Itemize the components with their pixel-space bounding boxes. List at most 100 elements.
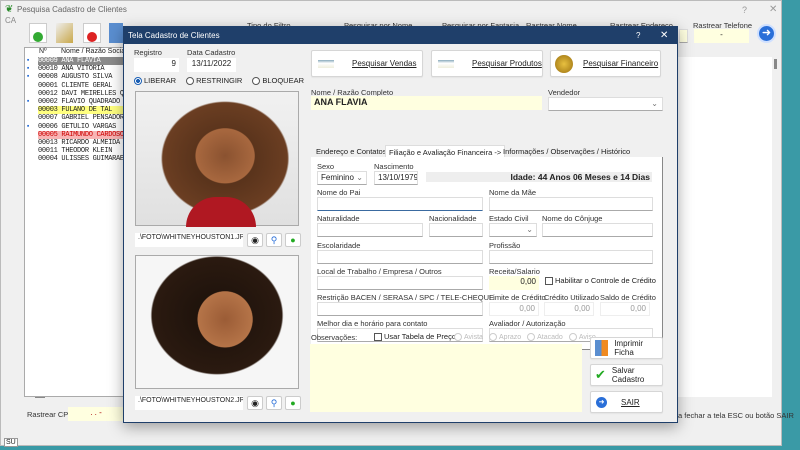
dialog-titlebar: Tela Cadastro de Clientes ? ✕ bbox=[124, 27, 677, 44]
search-financial-button[interactable]: Pesquisar Financeiro bbox=[550, 50, 661, 77]
photo2-path[interactable]: .\FOTO\WHITNEYHOUSTON2.JPG bbox=[135, 396, 243, 410]
trabalho-field[interactable] bbox=[317, 276, 483, 290]
list-header-name[interactable]: Nome / Razão Social bbox=[61, 48, 127, 55]
radio-atacado[interactable]: Atacado bbox=[527, 333, 563, 341]
search-sales-button[interactable]: Pesquisar Vendas bbox=[311, 50, 423, 77]
list-item[interactable]: 00001 CLIENTE GERAL bbox=[26, 82, 130, 90]
radio-bloquear[interactable]: BLOQUEAR bbox=[252, 76, 304, 86]
print-button[interactable]: Imprimir Ficha bbox=[590, 337, 663, 359]
list-item-text: 00001 CLIENTE GERAL bbox=[38, 81, 113, 90]
new-icon[interactable] bbox=[29, 23, 47, 43]
save-button[interactable]: ✔ Salvar Cadastro bbox=[590, 364, 663, 386]
receita-field[interactable]: 0,00 bbox=[489, 276, 539, 290]
registro-label: Registro bbox=[134, 48, 162, 57]
radio-aprazo[interactable]: Aprazo bbox=[488, 333, 521, 341]
tab-informacoes[interactable]: Informações / Observações / Histórico bbox=[500, 145, 633, 157]
bg-help-button[interactable]: ? bbox=[742, 5, 747, 15]
bg-close-button[interactable]: ✕ bbox=[769, 4, 777, 15]
nacionalidade-field[interactable] bbox=[429, 223, 483, 237]
close-button[interactable]: ✕ bbox=[660, 30, 668, 41]
escolaridade-field[interactable] bbox=[317, 250, 483, 264]
exit-button[interactable]: ➜ SAIR bbox=[590, 391, 663, 413]
list-item[interactable]: 00007 GABRIEL PENSADOR bbox=[26, 114, 130, 122]
saldo-field[interactable]: 0,00 bbox=[600, 302, 650, 316]
list-item[interactable]: 00003 FULANO DE TAL bbox=[26, 106, 130, 115]
search-products-button[interactable]: Pesquisar Produtos bbox=[431, 50, 543, 77]
utilizado-field[interactable]: 0,00 bbox=[544, 302, 594, 316]
tabela-preco-checkbox[interactable]: Usar Tabela de Preço: bbox=[374, 332, 458, 342]
check-icon: ✔ bbox=[595, 367, 606, 382]
pai-field[interactable] bbox=[317, 197, 483, 211]
dialog-title: Tela Cadastro de Clientes bbox=[128, 31, 220, 40]
list-item[interactable]: 00012 DAVI MEIRELLES QUA bbox=[26, 90, 130, 98]
webcam-icon[interactable]: ◉ bbox=[247, 396, 263, 410]
list-item[interactable]: ▪ 00008 AUGUSTO SILVA bbox=[26, 73, 130, 81]
nascimento-field[interactable]: 13/10/1979 bbox=[374, 171, 418, 185]
bg-window-title: Pesquisa Cadastro de Clientes bbox=[17, 5, 127, 14]
data-cadastro-field[interactable]: 13/11/2022 bbox=[187, 58, 236, 72]
list-item-text: 00011 THEODOR KLEIN bbox=[38, 147, 113, 156]
estado-civil-select[interactable]: ⌄ bbox=[489, 223, 537, 237]
mae-label: Nome da Mãe bbox=[489, 188, 537, 197]
list-item[interactable]: 00011 THEODOR KLEIN bbox=[26, 147, 130, 155]
trabalho-label: Local de Trabalho / Empresa / Outros bbox=[317, 267, 442, 276]
list-hscroll[interactable] bbox=[35, 397, 45, 398]
utilizado-label: Crédito Utilizado bbox=[544, 293, 600, 302]
radio-liberar[interactable]: LIBERAR bbox=[134, 76, 176, 86]
list-item[interactable]: ▪ 00002 FLAVIO QUADRADO bbox=[26, 98, 130, 106]
registro-field[interactable]: 9 bbox=[134, 58, 179, 72]
mae-field[interactable] bbox=[489, 197, 653, 211]
photo1-path[interactable]: .\FOTO\WHITNEYHOUSTON1.JPG bbox=[135, 233, 243, 247]
list-item-text: 00007 GABRIEL PENSADOR bbox=[38, 114, 124, 123]
list-right-part bbox=[677, 57, 772, 397]
list-item[interactable]: 00004 ULISSES GUIMARAES bbox=[26, 155, 130, 163]
nascimento-label: Nascimento bbox=[374, 162, 414, 171]
tabela-preco-radios: Avista Aprazo Atacado Aviso bbox=[454, 333, 596, 341]
list-header-num[interactable]: Nº bbox=[39, 48, 47, 55]
webcam-icon[interactable]: ◉ bbox=[247, 233, 263, 247]
naturalidade-field[interactable] bbox=[317, 223, 423, 237]
edit-icon[interactable] bbox=[56, 23, 73, 43]
add-photo-icon[interactable]: ● bbox=[285, 233, 301, 247]
controle-credito-checkbox[interactable]: Habilitar o Controle de Crédito bbox=[545, 276, 656, 286]
list-item[interactable]: 00013 RICARDO ALMEIDA bbox=[26, 139, 130, 147]
zoom-icon[interactable]: ⚲ bbox=[266, 233, 282, 247]
track-phone-input[interactable]: - bbox=[694, 29, 749, 43]
tab-filiacao[interactable]: Filiação e Avaliação Financeira -> bbox=[385, 145, 506, 157]
nome-field[interactable]: ANA FLAVIA bbox=[311, 96, 542, 110]
card-icon bbox=[438, 59, 454, 68]
tab-panel: Sexo Feminino ⌄ Nascimento 13/10/1979 Ida… bbox=[311, 157, 663, 350]
restricao-field[interactable] bbox=[317, 302, 483, 316]
radio-restringir[interactable]: RESTRINGIR bbox=[186, 76, 242, 86]
sexo-select[interactable]: Feminino ⌄ bbox=[317, 171, 367, 185]
vendedor-select[interactable]: ⌄ bbox=[548, 97, 663, 111]
help-button[interactable]: ? bbox=[636, 31, 640, 40]
observacoes-textarea[interactable] bbox=[310, 344, 582, 412]
list-item[interactable]: 00005 RAIMUNDO CARDOSO bbox=[26, 130, 130, 139]
contact-card-icon: ▪ bbox=[26, 122, 30, 131]
print-icon[interactable] bbox=[109, 23, 123, 43]
radio-avista[interactable]: Avista bbox=[454, 333, 483, 341]
app-logo-icon: ❦ bbox=[5, 4, 14, 15]
track-cpf-label: Rastrear CPF bbox=[27, 410, 73, 419]
delete-icon[interactable] bbox=[83, 23, 101, 43]
profissao-field[interactable] bbox=[489, 250, 653, 264]
chevron-down-icon: ⌄ bbox=[356, 173, 363, 182]
contact-card-icon: ▪ bbox=[26, 57, 30, 65]
list-item[interactable]: ▪ 00009 ANA FLAVIA bbox=[26, 57, 130, 65]
menu-fragment[interactable]: CA bbox=[5, 16, 16, 25]
zoom-icon[interactable]: ⚲ bbox=[266, 396, 282, 410]
list-item-text: 00008 AUGUSTO SILVA bbox=[38, 73, 113, 82]
search-arrow-button[interactable]: ➜ bbox=[757, 24, 776, 43]
list-item[interactable]: ▪ 00010 ANA VITORIA bbox=[26, 65, 130, 73]
observacoes-label: Observações: bbox=[311, 333, 358, 342]
chevron-down-icon: ⌄ bbox=[651, 99, 658, 108]
track-address-input[interactable] bbox=[679, 29, 688, 43]
list-item[interactable]: ▪ 00006 GETULIO VARGAS bbox=[26, 123, 130, 131]
client-photo-1 bbox=[135, 91, 299, 227]
add-photo-icon[interactable]: ● bbox=[285, 396, 301, 410]
track-cpf-input[interactable]: . . - bbox=[68, 407, 124, 421]
list-scrollbar[interactable] bbox=[774, 59, 777, 69]
limite-field[interactable]: 0,00 bbox=[489, 302, 539, 316]
conjuge-field[interactable] bbox=[542, 223, 653, 237]
